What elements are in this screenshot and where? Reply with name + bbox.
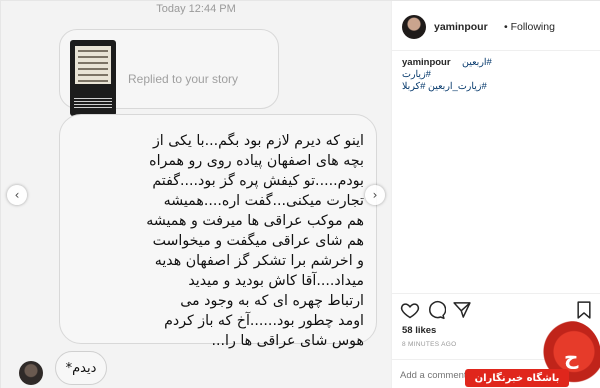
likes-count[interactable]: 58 likes bbox=[402, 325, 436, 336]
message-text: اینو که دیرم لازم بود بگم...با یکی از بچ… bbox=[146, 133, 364, 349]
following-button[interactable]: • Following bbox=[504, 21, 555, 33]
post-header: yaminpour • Following bbox=[392, 1, 600, 51]
action-bar bbox=[392, 293, 600, 323]
hashtag[interactable]: #زیارت_اربعین #کربلا bbox=[402, 81, 592, 93]
chevron-left-icon: ‹ bbox=[14, 188, 20, 202]
hashtag[interactable]: #اربعین bbox=[462, 57, 592, 69]
username-link[interactable]: yaminpour bbox=[434, 21, 488, 33]
caption: yaminpour #اربعین #زیارت #زیارت_اربعین #… bbox=[402, 57, 592, 93]
reply-bubble: دیدم* bbox=[55, 351, 107, 385]
post-media[interactable]: Today 12:44 PM Replied to your story این… bbox=[1, 1, 391, 388]
story-reply-card: Replied to your story bbox=[59, 29, 279, 116]
carousel-next-button[interactable]: › bbox=[365, 185, 385, 205]
heart-icon[interactable] bbox=[400, 300, 420, 320]
hashtag[interactable]: #زیارت bbox=[402, 69, 592, 81]
dm-timestamp: Today 12:44 PM bbox=[156, 3, 236, 15]
sender-avatar bbox=[19, 361, 43, 385]
bookmark-icon[interactable] bbox=[574, 300, 594, 320]
share-icon[interactable] bbox=[452, 300, 472, 320]
carousel-prev-button[interactable]: ‹ bbox=[7, 185, 27, 205]
watermark-ribbon: باشگاه خبرنگاران bbox=[465, 369, 569, 387]
message-bubble: اینو که دیرم لازم بود بگم...با یکی از بچ… bbox=[59, 114, 377, 349]
story-thumbnail bbox=[70, 40, 116, 116]
chevron-right-icon: › bbox=[372, 188, 378, 202]
instagram-post: Today 12:44 PM Replied to your story این… bbox=[0, 0, 600, 388]
caption-username[interactable]: yaminpour bbox=[402, 57, 451, 68]
post-time: 8 MINUTES AGO bbox=[402, 341, 457, 348]
comment-icon[interactable] bbox=[426, 300, 446, 320]
story-reply-label: Replied to your story bbox=[128, 72, 239, 86]
avatar[interactable] bbox=[402, 15, 426, 39]
watermark-glyph: ح bbox=[564, 345, 579, 369]
